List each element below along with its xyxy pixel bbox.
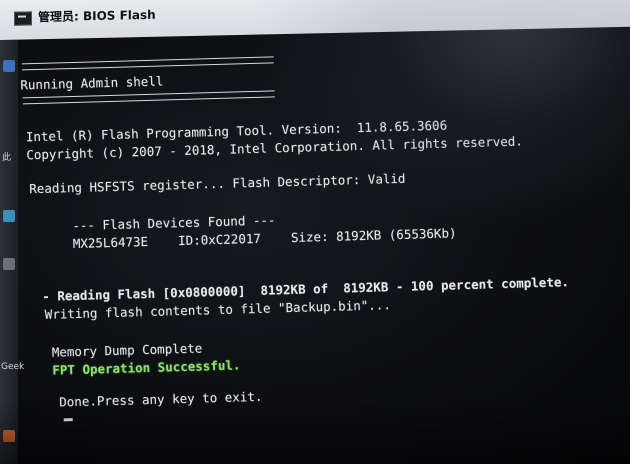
text-cursor [63,418,73,422]
sidebar-char: 此 [2,153,12,163]
devices-header-line: --- Flash Devices Found --- [72,212,276,234]
left-taskbar: 此 Geek [0,40,24,464]
exit-prompt-line: Done.Press any key to exit. [59,388,263,410]
window-app-icon[interactable] [3,258,15,270]
header-top-rule [21,56,274,71]
sidebar-geek-label: Geek [1,362,25,372]
header-line: Running Admin shell [20,73,164,93]
blue-app-icon[interactable] [3,60,15,72]
memory-dump-line: Memory Dump Complete [51,340,203,360]
orange-app-icon[interactable] [3,430,15,442]
photo-of-monitor: Running Admin shell Intel (R) Flash Prog… [0,0,630,464]
hsfsts-line: Reading HSFSTS register... Flash Descrip… [29,170,406,197]
window-title: 管理员: BIOS Flash [38,7,156,25]
teal-app-icon[interactable] [3,210,15,222]
console-window-icon [14,11,32,26]
header-bottom-rule [22,90,275,105]
console-output: Running Admin shell Intel (R) Flash Prog… [0,0,630,464]
success-message: FPT Operation Successful. [52,357,241,378]
